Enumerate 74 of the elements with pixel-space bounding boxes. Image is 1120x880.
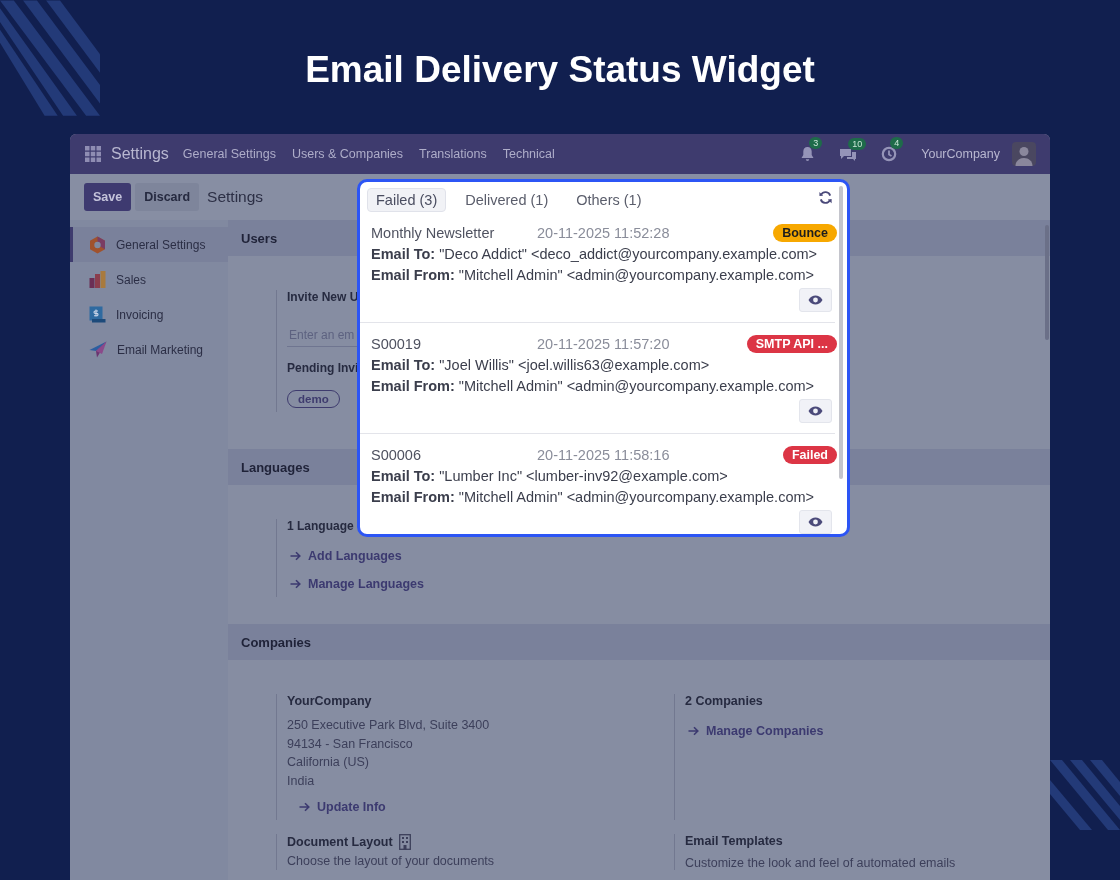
avatar-icon[interactable]: [1012, 142, 1036, 166]
building-icon: [398, 834, 411, 850]
page-title: Email Delivery Status Widget: [305, 48, 815, 92]
company-name[interactable]: YourCompany: [921, 147, 1000, 161]
email-date: 20-11-2025 11:57:20: [537, 336, 670, 352]
status-badge: Failed: [782, 446, 837, 464]
arrow-icon: [290, 579, 301, 589]
companies-count: 2 Companies: [685, 694, 763, 708]
status-badge: SMTP API ...: [746, 335, 837, 353]
clock-icon[interactable]: [881, 146, 898, 162]
field-label: Pending Invi: [287, 361, 359, 375]
notification-badge: 10: [848, 137, 867, 150]
menu-item[interactable]: General Settings: [182, 147, 276, 161]
status-badge: Bounce: [773, 224, 837, 242]
eye-icon: [808, 406, 823, 416]
app-name[interactable]: Settings: [111, 145, 169, 163]
action-link[interactable]: Manage Languages: [290, 577, 424, 591]
menu-item[interactable]: Technical: [502, 147, 555, 161]
address-line: 94134 - San Francisco: [287, 735, 413, 753]
sidebar-item[interactable]: Sales: [70, 262, 228, 297]
arrow-icon: [688, 726, 699, 736]
section-header: Companies: [228, 624, 1050, 660]
status-tab[interactable]: Delivered (1): [456, 188, 558, 212]
invoice-icon: [89, 306, 106, 323]
action-link[interactable]: Update Info: [299, 800, 386, 814]
notification-badge: 4: [890, 137, 904, 149]
address-line: California (US): [287, 754, 369, 771]
email-from: Email From: "Mitchell Admin" <admin@yourcompany.example.com>: [371, 378, 815, 394]
eye-icon: [808, 517, 823, 527]
status-tab[interactable]: Others (1): [567, 188, 651, 212]
setting-description: Choose the layout of your documents: [287, 854, 495, 868]
breadcrumb: Settings: [207, 188, 264, 206]
hexagon-icon: [89, 235, 106, 254]
company-name: YourCompany: [287, 694, 372, 708]
sidebar-item[interactable]: General Settings: [70, 227, 228, 262]
bar-chart-icon: [89, 271, 106, 288]
setting-title: Document Layout: [287, 835, 393, 849]
menu-item[interactable]: Users & Companies: [291, 147, 404, 161]
language-count: 1 Language: [287, 519, 354, 533]
scrollbar[interactable]: [839, 186, 843, 479]
notification-badge: 3: [809, 137, 823, 149]
setting-title: Email Templates: [685, 834, 783, 848]
view-button[interactable]: [799, 288, 832, 312]
arrow-icon: [290, 551, 301, 561]
arrow-icon: [299, 802, 310, 812]
view-button[interactable]: [799, 510, 832, 534]
scrollbar[interactable]: [1045, 225, 1049, 340]
action-link[interactable]: Manage Companies: [688, 724, 824, 738]
refresh-icon[interactable]: [818, 189, 833, 205]
paper-plane-icon: [89, 341, 107, 358]
email-to: Email To: "Lumber Inc" <lumber-inv92@example.com>: [371, 468, 729, 484]
email-subject: Monthly Newsletter: [371, 225, 496, 241]
email-subject: S00006: [371, 447, 422, 463]
action-link[interactable]: Add Languages: [290, 549, 402, 563]
email-from: Email From: "Mitchell Admin" <admin@yourcompany.example.com>: [371, 489, 815, 505]
apps-grid-icon[interactable]: [85, 146, 101, 162]
discard-button[interactable]: Discard: [135, 183, 200, 211]
view-button[interactable]: [799, 399, 832, 423]
address-line: India: [287, 772, 315, 790]
chat-icon[interactable]: [839, 146, 858, 162]
email-subject: S00019: [371, 336, 422, 352]
eye-icon: [808, 295, 823, 305]
sidebar-item[interactable]: Email Marketing: [70, 332, 228, 367]
sidebar-item[interactable]: Invoicing: [70, 297, 228, 332]
menu-item[interactable]: Translations: [419, 147, 487, 161]
address-line: 250 Executive Park Blvd, Suite 3400: [287, 717, 490, 734]
status-tab[interactable]: Failed (3): [367, 188, 447, 212]
email-from: Email From: "Mitchell Admin" <admin@yourcompany.example.com>: [371, 267, 815, 283]
bell-icon[interactable]: [800, 146, 816, 162]
email-date: 20-11-2025 11:58:16: [537, 447, 670, 463]
email-to: Email To: "Joel Willis" <joel.willis63@example.com>: [371, 357, 711, 373]
save-button[interactable]: Save: [84, 183, 132, 211]
email-date: 20-11-2025 11:52:28: [537, 225, 670, 241]
setting-description: Customize the look and feel of automated emails: [685, 856, 956, 870]
